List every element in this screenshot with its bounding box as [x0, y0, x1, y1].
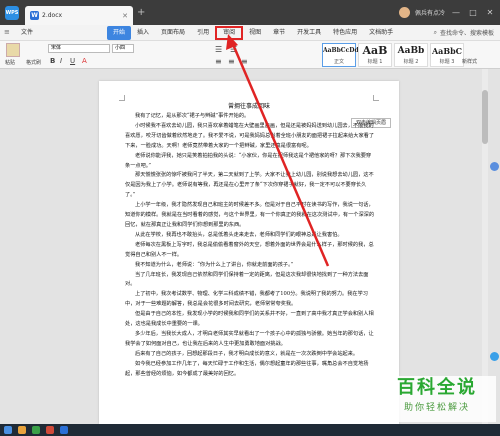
- new-tab-button[interactable]: +: [137, 7, 145, 18]
- ribbon-toolbar: 粘贴 格式刷 宋体 小四 B I U A ☰ ☰ ≡ ≡ ≡ AaBbCcDd …: [0, 41, 500, 69]
- underline-button[interactable]: U: [70, 57, 75, 65]
- paragraph: 我不知道为什么，老师说：“你为什么上了讲台，你就走前面的孩子。”: [135, 261, 294, 268]
- watermark-title: 百科全说: [397, 377, 477, 398]
- new-style-button[interactable]: 新样式: [462, 58, 477, 65]
- font-name-select[interactable]: 宋体: [48, 44, 110, 53]
- taskbar-app-icon[interactable]: [18, 426, 26, 434]
- tab-view[interactable]: 视图: [243, 26, 267, 40]
- paragraph: 从此在学校，我再也不敢抬头，总是低着头走来走去，老师和同学们的眼神总是让我害怕。: [135, 231, 343, 238]
- close-tab-icon[interactable]: ✕: [122, 12, 128, 20]
- font-color-button[interactable]: A: [82, 57, 87, 65]
- font-size-select[interactable]: 小四: [112, 44, 134, 53]
- watermark-subtitle: 助你轻松解决: [403, 403, 470, 413]
- format-painter-button[interactable]: 格式刷: [26, 59, 41, 66]
- watermark-logo: 百科全说 助你轻松解决: [378, 376, 496, 422]
- align-left-icon[interactable]: ≡: [215, 57, 222, 66]
- taskbar-app-icon[interactable]: [46, 426, 54, 434]
- command-search[interactable]: ⌕ 查找命令、搜索模板: [433, 28, 494, 38]
- avatar[interactable]: [398, 7, 410, 18]
- document-workspace: 曾拥往事成回味 双击编辑页眉 我有了记忆，是从那次“裙子与辫碱”事件开始的。 小…: [0, 69, 500, 424]
- title-bar: WPS W 2.docx ✕ + 佩兵有点冷 — □ ✕: [0, 0, 500, 25]
- italic-button[interactable]: I: [60, 57, 62, 65]
- document-body[interactable]: 我有了记忆，是从那次“裙子与辫碱”事件开始的。 小时候我不喜欢去幼儿园，我只喜欢…: [125, 112, 375, 379]
- align-right-icon[interactable]: ≡: [241, 57, 248, 66]
- tab-references[interactable]: 引用: [191, 26, 215, 40]
- maximize-button[interactable]: □: [467, 8, 479, 17]
- clipboard-icon[interactable]: [6, 43, 20, 57]
- style-heading-1[interactable]: AaB 标题 1: [358, 43, 392, 67]
- paragraph: 老师每次在黑板上写字时，我总是偷偷看着窗外的天空，想着外面的世界会是什么样子，那…: [125, 241, 374, 258]
- tab-features[interactable]: 特色应用: [327, 26, 363, 40]
- search-placeholder: 查找命令、搜索模板: [439, 30, 494, 37]
- paragraph: 当了几年班长，我发现自己依然和同学们保持着一定的距离，但是这次我却很快地找到了一…: [125, 271, 369, 288]
- file-menu[interactable]: 文件: [15, 26, 39, 40]
- paragraph: 上了初中，我次考试数学、物理、化学三科成绩不错，我都考了100分。我说明了我的努…: [125, 291, 368, 308]
- style-heading-3[interactable]: AaBbC 标题 3: [430, 43, 464, 67]
- bold-button[interactable]: B: [50, 57, 55, 65]
- paragraph: 小时候我不喜欢去幼儿园，我只喜欢拿着蜡笔在大壁画里画画，但是还是被妈妈送到幼儿园…: [125, 122, 375, 149]
- tab-doc-assistant[interactable]: 文档助手: [363, 26, 399, 40]
- paragraph: 上小学一年级，我才隐然发现自己和班主的时候差不多。但是对于自己平时在读书的写作，…: [125, 202, 375, 228]
- menu-bar: ≡ 文件 开始 插入 页面布局 引用 审阅 视图 章节 开发工具 特色应用 文档…: [0, 25, 500, 41]
- paragraph: 老师说你能评我，她只是笑着拍拍我的头说：“小家伙，你是在捉师我这是个裙他家的呀？…: [125, 152, 372, 169]
- paragraph: 多少年后，当我长大成人，才明白老师其实早就看出了一个孩子心中的孤独与骄傲。她当年…: [125, 330, 374, 347]
- align-center-icon[interactable]: ≡: [228, 57, 235, 66]
- windows-start-icon[interactable]: [4, 426, 12, 434]
- document-name: 2.docx: [42, 12, 63, 19]
- taskbar-wps-icon[interactable]: [60, 426, 68, 434]
- taskbar-app-icon[interactable]: [32, 426, 40, 434]
- paste-button[interactable]: 粘贴: [5, 59, 15, 66]
- user-name[interactable]: 佩兵有点冷: [415, 8, 445, 17]
- tab-start[interactable]: 开始: [107, 25, 132, 40]
- side-tool-icon[interactable]: [490, 162, 499, 171]
- document-page[interactable]: 曾拥往事成回味 双击编辑页眉 我有了记忆，是从那次“裙子与辫碱”事件开始的。 小…: [99, 81, 399, 424]
- scrollbar-thumb[interactable]: [482, 90, 488, 144]
- search-icon: ⌕: [433, 28, 437, 36]
- document-tab[interactable]: W 2.docx ✕: [25, 6, 133, 25]
- tab-sections[interactable]: 章节: [267, 26, 291, 40]
- tab-review[interactable]: 审阅: [215, 25, 244, 40]
- tab-developer[interactable]: 开发工具: [291, 26, 327, 40]
- paragraph: 如今我已经参加工作几年了，每天忙碌于工作和生活，偶尔想起童年的那些往事，嘴角总会…: [125, 360, 369, 377]
- wps-logo-icon[interactable]: WPS: [5, 5, 19, 20]
- word-doc-icon: W: [30, 11, 39, 20]
- document-title: 曾拥往事成回味: [227, 103, 270, 110]
- close-window-button[interactable]: ✕: [484, 8, 496, 17]
- tab-insert[interactable]: 插入: [131, 26, 155, 40]
- tab-page-layout[interactable]: 页面布局: [155, 26, 191, 40]
- hamburger-icon[interactable]: ≡: [4, 28, 13, 37]
- style-gallery: AaBbCcDd 正文 AaB 标题 1 AaBb 标题 2 AaBbC 标题 …: [322, 43, 464, 67]
- bullet-list-icon[interactable]: ☰: [215, 45, 222, 54]
- style-normal[interactable]: AaBbCcDd 正文: [322, 43, 359, 67]
- os-taskbar: [0, 424, 500, 436]
- assistant-icon[interactable]: [490, 352, 499, 361]
- paragraph: 我有了记忆，是从那次“裙子与辫碱”事件开始的。: [135, 113, 250, 119]
- paragraph: 那天慌慌张张的惊吓被我问了半天，第二天就到了上学。大家不让我上幼儿园，别说我想去…: [125, 172, 374, 199]
- paragraph: 后来有了自己的孩子，回想起那段日子，我才明白成长的意义，就是在一次次跌倒中学会站…: [135, 350, 359, 357]
- numbered-list-icon[interactable]: ☰: [230, 45, 237, 54]
- style-heading-2[interactable]: AaBb 标题 2: [394, 43, 428, 67]
- paragraph: 但是由于自己的本性，我发现小学的时候我和同学们的关系并不好，一直到了高中我才真正…: [125, 311, 374, 328]
- minimize-button[interactable]: —: [450, 8, 462, 17]
